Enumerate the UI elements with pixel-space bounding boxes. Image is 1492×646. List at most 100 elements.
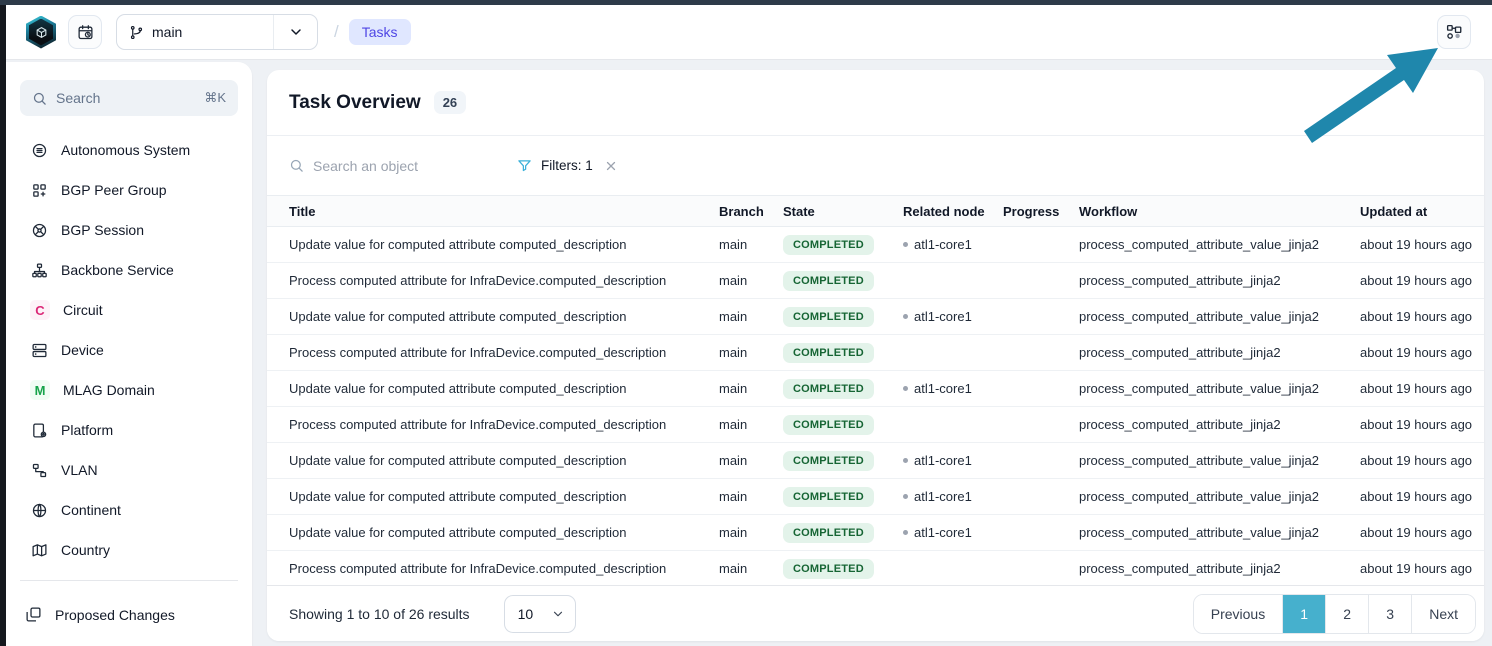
top-bar: main / Tasks xyxy=(6,5,1492,60)
app-logo[interactable] xyxy=(26,16,56,49)
sidebar-item-backbone-service[interactable]: Backbone Service xyxy=(16,250,242,290)
pagination-previous[interactable]: Previous xyxy=(1194,595,1282,633)
breadcrumb-separator: / xyxy=(334,22,339,42)
table-row[interactable]: Process computed attribute for InfraDevi… xyxy=(267,335,1484,371)
object-search-icon xyxy=(289,158,304,173)
sidebar-item-autonomous-system[interactable]: Autonomous System xyxy=(16,130,242,170)
cell-title: Process computed attribute for InfraDevi… xyxy=(267,551,711,587)
column-header-updated-at: Updated at xyxy=(1352,196,1484,227)
cell-updated-at: about 19 hours ago xyxy=(1352,371,1484,407)
cell-related-node: atl1-core1 xyxy=(895,479,995,515)
sidebar-item-label: BGP Peer Group xyxy=(61,182,167,198)
sidebar-item-label: Continent xyxy=(61,502,121,518)
table-row[interactable]: Update value for computed attribute comp… xyxy=(267,227,1484,263)
cell-workflow: process_computed_attribute_value_jinja2 xyxy=(1071,515,1352,551)
table-row[interactable]: Process computed attribute for InfraDevi… xyxy=(267,407,1484,443)
sidebar-item-circuit[interactable]: CCircuit xyxy=(16,290,242,330)
letter-m-icon: M xyxy=(30,380,50,400)
panel-header: Task Overview 26 xyxy=(267,70,1484,136)
table-row[interactable]: Update value for computed attribute comp… xyxy=(267,443,1484,479)
page-title: Task Overview xyxy=(289,92,421,114)
sidebar-item-device[interactable]: Device xyxy=(16,330,242,370)
search-icon xyxy=(32,91,47,106)
sidebar-item-vlan[interactable]: VLAN xyxy=(16,450,242,490)
branch-selector[interactable]: main xyxy=(116,14,318,50)
cell-title: Update value for computed attribute comp… xyxy=(267,515,711,551)
cell-related-node xyxy=(895,263,995,299)
table-row[interactable]: Process computed attribute for InfraDevi… xyxy=(267,551,1484,587)
cell-progress xyxy=(995,263,1071,299)
status-badge: COMPLETED xyxy=(783,559,874,579)
cell-branch: main xyxy=(711,227,775,263)
filters-label: Filters: 1 xyxy=(541,158,593,173)
cell-workflow: process_computed_attribute_value_jinja2 xyxy=(1071,371,1352,407)
column-header-state: State xyxy=(775,196,895,227)
cell-state: COMPLETED xyxy=(775,443,895,479)
cell-progress xyxy=(995,335,1071,371)
sidebar-item-bgp-peer-group[interactable]: BGP Peer Group xyxy=(16,170,242,210)
node-dot-icon xyxy=(903,530,908,535)
sidebar-item-object-management[interactable]: Object Management xyxy=(16,634,242,646)
branch-dropdown-toggle[interactable] xyxy=(273,15,317,49)
filters-control[interactable]: Filters: 1 xyxy=(517,157,620,175)
cell-progress xyxy=(995,407,1071,443)
page-size-select[interactable]: 10 xyxy=(504,595,576,633)
related-node-name: atl1-core1 xyxy=(914,237,972,252)
status-badge: COMPLETED xyxy=(783,379,874,399)
sidebar-item-continent[interactable]: Continent xyxy=(16,490,242,530)
cell-updated-at: about 19 hours ago xyxy=(1352,443,1484,479)
cell-state: COMPLETED xyxy=(775,227,895,263)
clear-filters-button[interactable] xyxy=(602,157,620,175)
breadcrumb-tasks[interactable]: Tasks xyxy=(349,19,411,45)
globe-icon xyxy=(30,501,48,519)
pagination-next[interactable]: Next xyxy=(1411,595,1475,633)
cell-progress xyxy=(995,479,1071,515)
cell-updated-at: about 19 hours ago xyxy=(1352,299,1484,335)
sidebar-item-bgp-session[interactable]: BGP Session xyxy=(16,210,242,250)
status-badge: COMPLETED xyxy=(783,523,874,543)
column-header-title: Title xyxy=(267,196,711,227)
pagination-3[interactable]: 3 xyxy=(1368,595,1411,633)
results-summary: Showing 1 to 10 of 26 results xyxy=(289,606,470,622)
cell-branch: main xyxy=(711,515,775,551)
pagination-1[interactable]: 1 xyxy=(1282,595,1325,633)
related-node-name: atl1-core1 xyxy=(914,489,972,504)
sidebar-nav: Autonomous System BGP Peer Group BGP Sessi… xyxy=(16,130,242,570)
cell-related-node: atl1-core1 xyxy=(895,515,995,551)
wheel-icon xyxy=(30,221,48,239)
pagination-2[interactable]: 2 xyxy=(1325,595,1368,633)
cell-updated-at: about 19 hours ago xyxy=(1352,227,1484,263)
cell-updated-at: about 19 hours ago xyxy=(1352,551,1484,587)
cell-branch: main xyxy=(711,263,775,299)
table-row[interactable]: Process computed attribute for InfraDevi… xyxy=(267,263,1484,299)
cell-progress xyxy=(995,443,1071,479)
logo-cube-icon xyxy=(26,16,56,49)
cell-updated-at: about 19 hours ago xyxy=(1352,479,1484,515)
column-header-branch: Branch xyxy=(711,196,775,227)
sidebar-item-proposed-changes[interactable]: Proposed Changes xyxy=(16,595,242,634)
cell-workflow: process_computed_attribute_value_jinja2 xyxy=(1071,227,1352,263)
cell-updated-at: about 19 hours ago xyxy=(1352,407,1484,443)
cell-state: COMPLETED xyxy=(775,299,895,335)
sidebar: Search ⌘K Autonomous System BGP Peer Grou… xyxy=(6,62,252,646)
table-row[interactable]: Update value for computed attribute comp… xyxy=(267,299,1484,335)
sidebar-item-platform[interactable]: Platform xyxy=(16,410,242,450)
sidebar-search-placeholder: Search xyxy=(56,90,100,106)
date-picker-button[interactable] xyxy=(68,15,102,49)
sidebar-item-country[interactable]: Country xyxy=(16,530,242,570)
sidebar-item-label: Platform xyxy=(61,422,113,438)
status-badge: COMPLETED xyxy=(783,271,874,291)
table-row[interactable]: Update value for computed attribute comp… xyxy=(267,515,1484,551)
table-row[interactable]: Update value for computed attribute comp… xyxy=(267,371,1484,407)
sidebar-item-mlag-domain[interactable]: MMLAG Domain xyxy=(16,370,242,410)
object-search-input[interactable] xyxy=(313,158,483,174)
git-branch-icon xyxy=(129,25,144,40)
cell-state: COMPLETED xyxy=(775,515,895,551)
cell-progress xyxy=(995,551,1071,587)
table-row[interactable]: Update value for computed attribute comp… xyxy=(267,479,1484,515)
sidebar-search[interactable]: Search ⌘K xyxy=(20,80,238,116)
sidebar-item-label: Backbone Service xyxy=(61,262,174,278)
status-badge: COMPLETED xyxy=(783,307,874,327)
cell-related-node: atl1-core1 xyxy=(895,371,995,407)
schema-button[interactable] xyxy=(1437,15,1471,49)
